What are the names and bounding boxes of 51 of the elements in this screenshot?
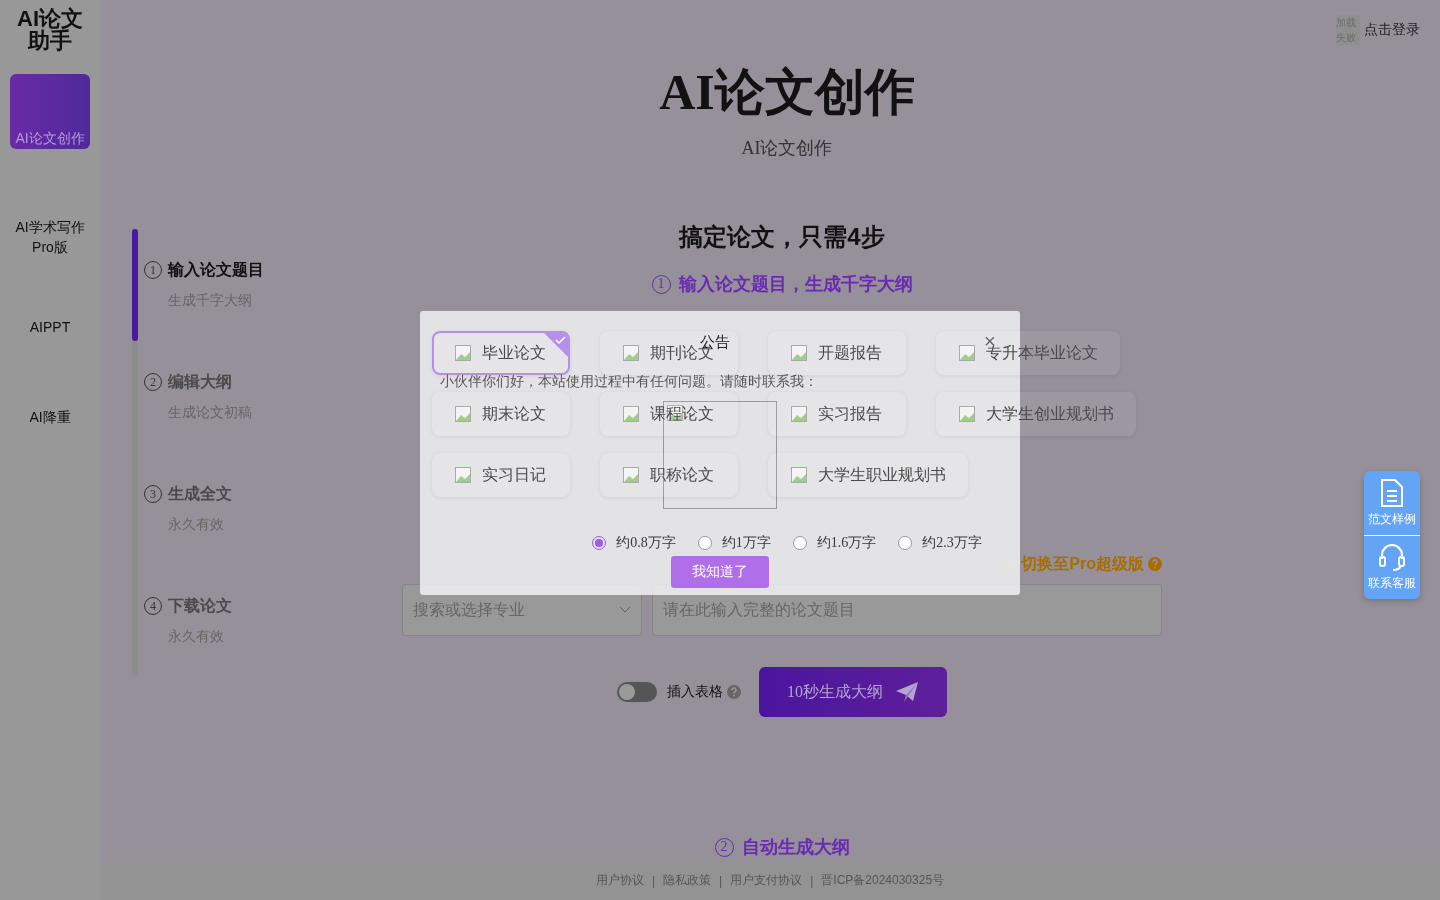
logo-text: AI论文: [17, 8, 83, 30]
help-icon: [1148, 557, 1162, 571]
toggle-switch[interactable]: [617, 682, 657, 702]
broken-image-icon: [454, 466, 472, 484]
generate-button[interactable]: 10秒生成大纲: [759, 667, 947, 717]
document-icon: [1380, 478, 1404, 507]
broken-image-icon: [622, 344, 640, 362]
step-title: 输入论文题目: [168, 260, 264, 280]
section-heading: 搞定论文，只需4步: [679, 222, 885, 252]
login-link[interactable]: 点击登录: [1364, 21, 1420, 39]
broken-image-icon: [790, 344, 808, 362]
step-label: 自动生成大纲: [741, 836, 850, 859]
dialog-message: 小伙伴你们好，本站使用过程中有任何问题。请随时联系我：: [440, 375, 818, 389]
step-title: 生成全文: [168, 484, 232, 504]
footer-link[interactable]: 用户支付协议: [730, 872, 803, 889]
float-button[interactable]: 范文样例: [1364, 471, 1420, 535]
page-subtitle: AI论文创作: [741, 137, 833, 160]
footer-link[interactable]: 隐私政策: [663, 872, 712, 889]
separator: |: [651, 873, 656, 888]
footer-link[interactable]: 晋ICP备2024030325号: [821, 872, 945, 889]
nav-item[interactable]: AI论文创作: [10, 74, 90, 149]
separator: |: [810, 873, 814, 888]
logo-text: 助手: [28, 30, 72, 52]
separator: |: [719, 873, 723, 888]
step-label: 输入论文题目，生成千字大纲: [678, 273, 913, 296]
headset-icon: [1379, 543, 1405, 571]
float-button[interactable]: 联系客服: [1364, 535, 1420, 599]
radio-label: 约1.6万字: [816, 534, 877, 552]
footer-link[interactable]: 用户协议: [595, 872, 644, 889]
nav-item[interactable]: AIPPT: [10, 289, 90, 364]
step-title: 编辑大纲: [168, 372, 232, 392]
broken-image-icon: [790, 405, 808, 423]
radio-label: 约0.8万字: [616, 534, 676, 552]
broken-image-icon: [454, 344, 472, 362]
help-icon: [727, 685, 741, 699]
radio-label: 约2.3万字: [922, 534, 982, 552]
broken-image-icon: [622, 405, 640, 423]
broken-image-icon: [622, 466, 640, 484]
chevron-down-icon: [619, 606, 631, 614]
nav-item[interactable]: AI学术写作Pro版: [10, 199, 90, 274]
confirm-button[interactable]: 我知道了: [671, 556, 769, 588]
nav-item[interactable]: AI降重: [10, 379, 90, 454]
broken-image-icon: [958, 344, 976, 362]
broken-image-icon: [790, 466, 808, 484]
send-icon: [895, 681, 919, 703]
broken-image-icon: [958, 405, 976, 423]
page-title: AI论文创作: [659, 63, 915, 122]
broken-image-icon: [454, 405, 472, 423]
toggle-label: 插入表格: [667, 683, 723, 701]
step-title: 下载论文: [168, 596, 232, 616]
radio-label: 约1万字: [721, 534, 771, 552]
